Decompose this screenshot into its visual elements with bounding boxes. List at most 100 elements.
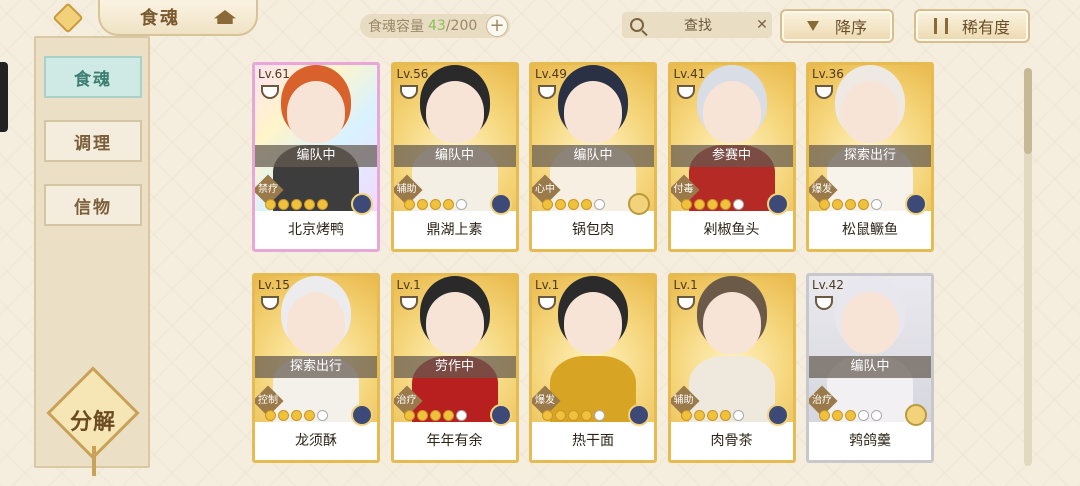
card-name: 锅包肉 [532, 211, 654, 249]
medal-icon [905, 193, 927, 215]
clear-search-icon[interactable]: ✕ [752, 17, 772, 33]
decompose-label[interactable]: 分解 [54, 404, 132, 436]
star-rating [403, 199, 467, 210]
star-icon [594, 410, 605, 421]
star-icon [832, 199, 843, 210]
star-icon [706, 410, 718, 421]
star-icon [403, 410, 415, 421]
star-icon [416, 199, 428, 210]
star-rating [265, 410, 328, 421]
sidebar-item-conditioning[interactable]: 调理 [44, 120, 142, 162]
card-name: 年年有余 [393, 422, 516, 460]
star-icon [304, 199, 315, 210]
back-button[interactable] [40, 2, 96, 34]
food-soul-card[interactable]: Lv.56 编队中 辅助 鼎湖上素 [390, 62, 519, 252]
star-icon [291, 199, 302, 210]
medal-icon [766, 404, 789, 426]
capacity-total: /200 [445, 18, 478, 34]
food-soul-card[interactable]: Lv.1 爆发 热干面 [529, 273, 657, 463]
home-icon[interactable] [214, 10, 236, 24]
food-soul-card[interactable]: Lv.42 编队中 治疗 鹁鸽羹 [806, 273, 934, 463]
scrollbar-thumb[interactable] [1024, 68, 1032, 154]
capacity-add-button[interactable]: + [486, 15, 508, 37]
medal-icon [489, 193, 512, 215]
food-soul-card[interactable]: Lv.1 劳作中 治疗 年年有余 [390, 273, 519, 463]
card-role: 治疗 [396, 395, 417, 406]
card-role: 爆发 [535, 395, 555, 406]
star-icon [832, 410, 843, 421]
sort-order-label: 降序 [834, 18, 867, 37]
food-soul-card[interactable]: Lv.1 辅助肉骨茶 [667, 273, 796, 463]
device-edge [0, 62, 8, 132]
star-icon [845, 199, 856, 210]
card-name: 松鼠鳜鱼 [809, 211, 931, 249]
sidebar-item-label: 调理 [74, 133, 112, 154]
card-name: 肉骨茶 [670, 422, 793, 460]
card-level: Lv.36 [812, 67, 844, 81]
tassel-ornament [92, 446, 96, 476]
card-level: Lv.1 [535, 278, 560, 292]
star-icon [858, 199, 869, 210]
card-level: Lv.1 [673, 278, 698, 292]
star-rating [542, 199, 605, 210]
food-soul-card[interactable]: Lv.15 探索出行控制龙须酥 [252, 273, 380, 463]
star-icon [581, 410, 592, 421]
back-arrow-icon [52, 2, 84, 34]
star-icon [871, 410, 882, 421]
card-status: 编队中 [393, 145, 516, 167]
card-status: 探索出行 [255, 356, 377, 378]
search-box[interactable]: 查找 ✕ [622, 12, 772, 38]
star-icon [719, 199, 731, 210]
card-status: 劳作中 [393, 356, 516, 378]
star-rating [680, 199, 744, 210]
star-icon [542, 410, 553, 421]
star-icon [265, 199, 276, 210]
card-status: 探索出行 [809, 145, 931, 167]
card-name: 鼎湖上素 [393, 211, 516, 249]
card-role: 辅助 [673, 395, 694, 406]
food-soul-card[interactable]: Lv.49 编队中 心中 锅包肉 [529, 62, 657, 252]
star-icon [819, 199, 830, 210]
scrollbar[interactable] [1024, 68, 1032, 466]
sidebar-item-tokens[interactable]: 信物 [44, 184, 142, 226]
sidebar-item-food-souls[interactable]: 食魂 [44, 56, 142, 98]
star-icon [871, 199, 882, 210]
star-icon [416, 410, 428, 421]
star-icon [594, 199, 605, 210]
card-role: 爆发 [812, 184, 832, 195]
star-rating [680, 410, 744, 421]
star-icon [693, 199, 705, 210]
star-icon [442, 410, 454, 421]
sidebar-item-label: 食魂 [74, 69, 112, 90]
star-icon [429, 410, 441, 421]
medal-icon [351, 193, 373, 215]
star-icon [291, 410, 302, 421]
food-soul-card[interactable]: Lv.36 探索出行爆发松鼠鳜鱼 [806, 62, 934, 252]
medal-icon [766, 193, 789, 215]
star-icon [317, 410, 328, 421]
page-title: 食魂 [140, 8, 180, 29]
sort-down-icon [806, 21, 819, 31]
sort-toggle-icon [933, 18, 948, 34]
search-icon [630, 18, 644, 32]
card-role: 控制 [258, 395, 278, 406]
star-icon [581, 199, 592, 210]
medal-icon [905, 404, 927, 426]
star-icon [858, 410, 869, 421]
star-icon [568, 410, 579, 421]
star-rating [819, 410, 882, 421]
card-name: 龙须酥 [255, 422, 377, 460]
search-label: 查找 [684, 18, 712, 34]
card-role: 心中 [535, 184, 555, 195]
card-level: Lv.15 [258, 278, 290, 292]
card-level: Lv.42 [812, 278, 844, 292]
food-soul-card[interactable]: Lv.61 编队中 禁疗 北京烤鸭 [252, 62, 380, 252]
star-icon [732, 199, 744, 210]
sort-rarity-button[interactable]: 稀有度 [914, 9, 1030, 43]
star-icon [732, 410, 744, 421]
sort-order-button[interactable]: 降序 [780, 9, 894, 43]
card-role: 辅助 [396, 184, 417, 195]
sort-rarity-label: 稀有度 [961, 18, 1010, 37]
star-rating [265, 199, 328, 210]
food-soul-card[interactable]: Lv.41 参赛中 付毒 剁椒鱼头 [667, 62, 796, 252]
